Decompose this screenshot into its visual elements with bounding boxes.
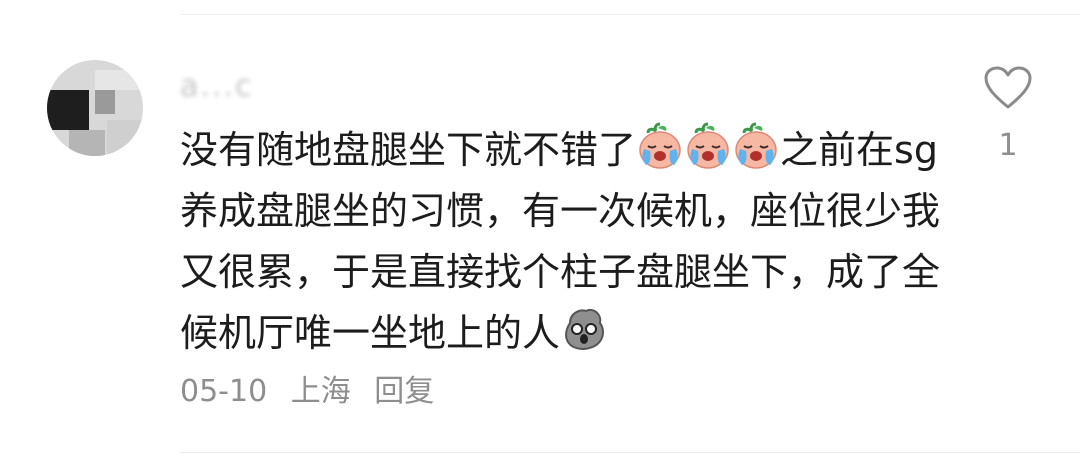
shocked-face-emoji xyxy=(560,305,608,353)
comment-text-segment: 没有随地盘腿坐下就不错了 xyxy=(180,128,637,172)
crying-face-emoji xyxy=(732,122,780,170)
crying-face-emoji xyxy=(684,122,732,170)
crying-face-emoji xyxy=(636,122,684,170)
comment-location: 上海 xyxy=(290,374,351,409)
comment-text: 没有随地盘腿坐下就不错了 之前在sg养成盘腿坐的习惯，有一次候机，座位很少我又很累… xyxy=(180,120,940,364)
divider-bottom xyxy=(180,452,1080,453)
heart-icon[interactable] xyxy=(984,66,1032,110)
reply-button[interactable]: 回复 xyxy=(374,374,434,409)
comment-meta: 05-10 上海 回复 xyxy=(180,372,448,412)
like-count: 1 xyxy=(998,128,1018,163)
username[interactable]: a...c xyxy=(180,70,254,104)
comment-date: 05-10 xyxy=(180,374,268,409)
divider-top xyxy=(180,14,1080,15)
avatar[interactable] xyxy=(47,60,143,156)
